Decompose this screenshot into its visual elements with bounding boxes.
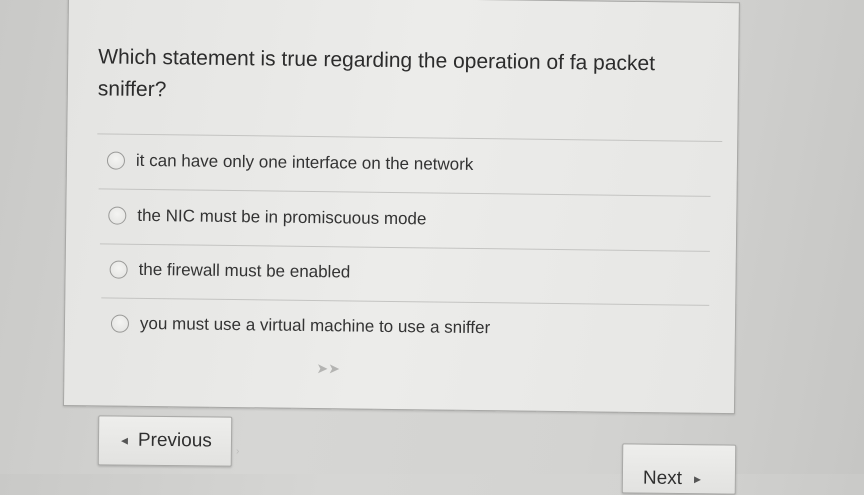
answer-option-3[interactable]: the firewall must be enabled bbox=[109, 259, 351, 283]
radio-button[interactable] bbox=[110, 314, 130, 333]
divider bbox=[97, 133, 723, 143]
decorative-mark: › bbox=[236, 446, 240, 457]
chevron-left-icon: ◀ bbox=[120, 435, 128, 446]
chevron-right-icon: ▶ bbox=[693, 473, 701, 484]
answer-option-2[interactable]: the NIC must be in promiscuous mode bbox=[108, 205, 427, 230]
answer-option-label: the NIC must be in promiscuous mode bbox=[137, 205, 427, 229]
previous-button-label: Previous bbox=[137, 429, 212, 452]
question-card: Which statement is true regarding the op… bbox=[62, 0, 740, 415]
radio-button[interactable] bbox=[108, 206, 127, 225]
answer-option-label: the firewall must be enabled bbox=[138, 259, 351, 282]
previous-button[interactable]: ◀ Previous bbox=[97, 415, 233, 467]
answer-option-4[interactable]: you must use a virtual machine to use a … bbox=[110, 313, 491, 339]
radio-button[interactable] bbox=[109, 260, 128, 279]
divider bbox=[99, 243, 710, 252]
answer-option-1[interactable]: it can have only one interface on the ne… bbox=[106, 150, 474, 174]
answer-option-label: it can have only one interface on the ne… bbox=[135, 150, 474, 174]
mouse-cursor-icon: ➤➤ bbox=[316, 360, 341, 377]
next-button-label: Next bbox=[642, 467, 683, 490]
answer-option-label: you must use a virtual machine to use a … bbox=[139, 313, 491, 338]
divider bbox=[98, 188, 711, 197]
divider bbox=[101, 297, 710, 306]
next-button[interactable]: Next ▶ bbox=[621, 443, 737, 495]
question-text: Which statement is true regarding the op… bbox=[97, 45, 656, 102]
radio-button[interactable] bbox=[106, 151, 126, 170]
